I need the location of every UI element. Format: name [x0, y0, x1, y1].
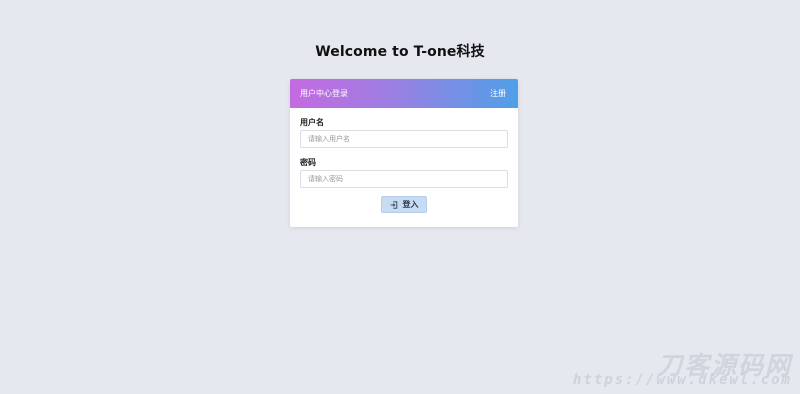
- register-link[interactable]: 注册: [490, 88, 506, 99]
- login-card: 用户中心登录 注册 用户名 密码 登入: [290, 79, 518, 227]
- watermark-url: https://www.dkewl.com: [572, 372, 792, 388]
- password-input[interactable]: [300, 170, 508, 188]
- card-header: 用户中心登录 注册: [290, 79, 518, 108]
- login-row: 登入: [300, 196, 508, 213]
- card-header-title: 用户中心登录: [300, 89, 348, 98]
- password-field-group: 密码: [300, 158, 508, 188]
- login-button-label: 登入: [402, 200, 419, 209]
- password-label: 密码: [300, 158, 316, 167]
- username-field-group: 用户名: [300, 118, 508, 148]
- page-title: Welcome to T-one科技: [315, 44, 485, 60]
- card-body: 用户名 密码 登入: [290, 108, 518, 213]
- username-input[interactable]: [300, 130, 508, 148]
- login-button[interactable]: 登入: [381, 196, 427, 213]
- username-label: 用户名: [300, 118, 324, 127]
- sign-in-icon: [390, 200, 398, 209]
